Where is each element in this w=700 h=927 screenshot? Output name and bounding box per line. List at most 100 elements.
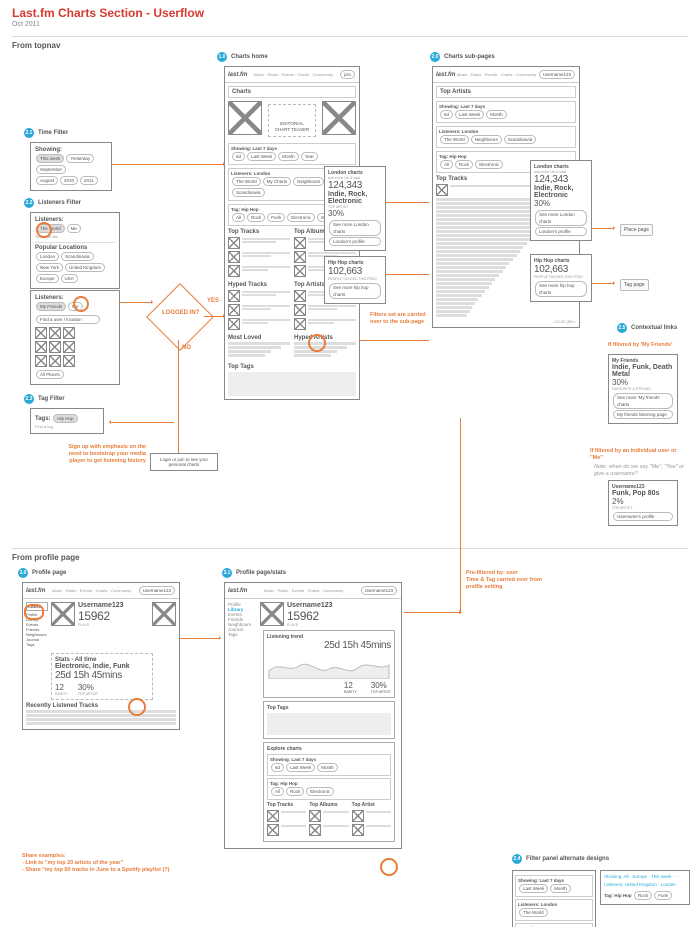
thumb-icon — [352, 810, 364, 822]
ls-btn2[interactable]: London's profile — [329, 237, 381, 246]
af2-opt[interactable]: Funk — [654, 891, 672, 900]
sp-opt[interactable]: Neighbours — [471, 135, 502, 144]
hs2-sub: PEOPLE TAGGED THIS FEED — [534, 275, 588, 279]
ls2-btn2[interactable]: London's profile — [535, 227, 587, 236]
fc-b2[interactable]: My friends listening page — [613, 410, 673, 419]
nav-links[interactable]: Music · Radio · Events · Charts · Commun… — [457, 72, 536, 77]
lf-me[interactable]: Me — [67, 224, 81, 233]
sp-opt[interactable]: The World — [440, 135, 469, 144]
af2-opt[interactable]: Rock — [634, 891, 652, 900]
sp-opt[interactable]: Scandinavia — [504, 135, 537, 144]
tag-page-link[interactable]: Tag page — [620, 279, 649, 291]
place-page-link[interactable]: Place page — [620, 224, 653, 236]
join[interactable]: join — [340, 70, 355, 79]
tf-2010[interactable]: 2010 — [60, 176, 78, 185]
fc-pct: 30% — [612, 378, 674, 387]
step-badge: 3.1 — [222, 568, 232, 578]
ps-explore: Explore charts — [267, 746, 302, 752]
section-topnav: From topnav — [12, 36, 688, 50]
nav-links[interactable]: Music · Radio · Events · Charts · Commun… — [52, 588, 131, 593]
hiphop-stats-2: Hip Hop charts 102,663 PEOPLE TAGGED THI… — [530, 254, 592, 302]
arrow — [178, 340, 179, 456]
decision-yes: YES — [207, 298, 219, 304]
logo[interactable]: last.fm — [228, 72, 247, 78]
fh-opt[interactable]: Year — [301, 152, 318, 161]
af2-line[interactable]: Showing: All · Europe · This week · · · — [604, 874, 686, 879]
ls2-btn1[interactable]: See more London charts — [535, 210, 587, 226]
blk-ml: Most Loved — [228, 335, 261, 341]
lf2-friends[interactable]: My Friends — [36, 302, 66, 311]
step-filter-alt: Filter panel alternate designs — [526, 856, 609, 862]
af2-lis[interactable]: Listeners: United Kingdom · London — [604, 882, 686, 887]
tg-sel[interactable]: Hip Hop — [53, 414, 77, 423]
fh-opt[interactable]: Scandinavia — [232, 188, 265, 197]
avatar-icon — [260, 602, 284, 626]
sp-opt[interactable]: Month — [486, 110, 507, 119]
sp-opt[interactable]: Electronic — [475, 160, 503, 169]
fh-opt[interactable]: Funk — [267, 213, 285, 222]
nav-links[interactable]: Music · Radio · Events · Charts · Commun… — [253, 72, 332, 77]
hs2-btn[interactable]: See more hip hop charts — [535, 281, 587, 297]
ps-opt[interactable]: Rock — [286, 787, 304, 796]
fh-opt[interactable]: 6d — [232, 152, 245, 161]
fc-b1[interactable]: See more 'My friends' charts — [613, 393, 673, 409]
tag-cloud — [228, 372, 356, 396]
alt-filter-2: Showing: All · Europe · This week · · · … — [600, 870, 690, 905]
user-pill[interactable]: Username123 — [361, 586, 397, 595]
nav-links[interactable]: Music · Radio · Events · Charts · Commun… — [264, 588, 343, 593]
lf-scan[interactable]: Scandinavia — [61, 252, 94, 261]
uc-b[interactable]: Username's profile — [613, 512, 673, 521]
user-pill[interactable]: Username123 — [139, 586, 175, 595]
logo[interactable]: last.fm — [26, 588, 45, 594]
sp-opt[interactable]: Last Week — [455, 110, 484, 119]
ps-opt[interactable]: Last Week — [286, 763, 315, 772]
ps-car: Top Artist — [352, 802, 375, 808]
hs-btn[interactable]: See more hip hop charts — [329, 283, 381, 299]
tab[interactable]: Tags — [228, 632, 256, 637]
ps-opt[interactable]: Month — [317, 763, 338, 772]
fh-opt[interactable]: Electronic — [287, 213, 315, 222]
ps-trend-hdr: Listening trend — [267, 634, 303, 640]
lf-uk[interactable]: United Kingdom — [65, 263, 105, 272]
af1-opt[interactable]: Month — [550, 884, 571, 893]
lf-ny[interactable]: New York — [36, 263, 63, 272]
fh-opt[interactable]: Month — [278, 152, 299, 161]
tf-thisweek[interactable]: This week — [36, 154, 64, 163]
fh-opt[interactable]: Neighbours — [293, 177, 324, 186]
tf-aug[interactable]: August — [36, 176, 58, 185]
tg-hint: Find a tag — [35, 424, 99, 429]
tf-yest[interactable]: Yesterday — [66, 154, 94, 163]
sp-opt[interactable]: All — [440, 160, 453, 169]
lf-london[interactable]: London — [36, 252, 59, 261]
fh-opt[interactable]: Rock — [247, 213, 265, 222]
sp-opt[interactable]: 6d — [440, 110, 453, 119]
fh-opt[interactable]: My Charts — [263, 177, 292, 186]
ls-btn1[interactable]: See more London charts — [329, 220, 381, 236]
lf-usa[interactable]: USA — [61, 274, 78, 283]
ps-opt[interactable]: All — [271, 787, 284, 796]
logo[interactable]: last.fm — [436, 72, 455, 78]
thumb-icon — [309, 810, 321, 822]
tf-sept[interactable]: September — [36, 165, 66, 174]
fh-opt[interactable]: Last Week — [247, 152, 276, 161]
fh-opt[interactable]: The World — [232, 177, 261, 186]
pp-tags: Electronic, Indie, Funk — [55, 663, 149, 670]
ps-opt[interactable]: Electronic — [306, 787, 334, 796]
lf2-allplaces[interactable]: All Places — [36, 370, 64, 379]
lf-eu[interactable]: Europe — [36, 274, 59, 283]
tag-filter-panel: Tags: Hip Hop Find a tag — [30, 408, 104, 434]
user-pill[interactable]: Username123 — [539, 70, 575, 79]
login-cta[interactable]: Login or join to see your personal chart… — [150, 453, 218, 471]
af1-opt[interactable]: Last Week — [519, 884, 548, 893]
pp-pct: 30% — [78, 683, 98, 692]
af1-opt[interactable]: The World — [519, 908, 548, 917]
logo[interactable]: last.fm — [228, 588, 247, 594]
ps-opt[interactable]: 6d — [271, 763, 284, 772]
uc-pct: 2% — [612, 497, 674, 506]
lf2-find[interactable]: Find a user / location — [36, 315, 100, 324]
fh-opt[interactable]: All — [232, 213, 245, 222]
tf-2011[interactable]: 2011 — [80, 176, 98, 185]
sp-opt[interactable]: Rock — [455, 160, 473, 169]
sp-tag: Tag: Hip Hop — [439, 154, 573, 159]
tab[interactable]: Tags — [26, 642, 48, 647]
